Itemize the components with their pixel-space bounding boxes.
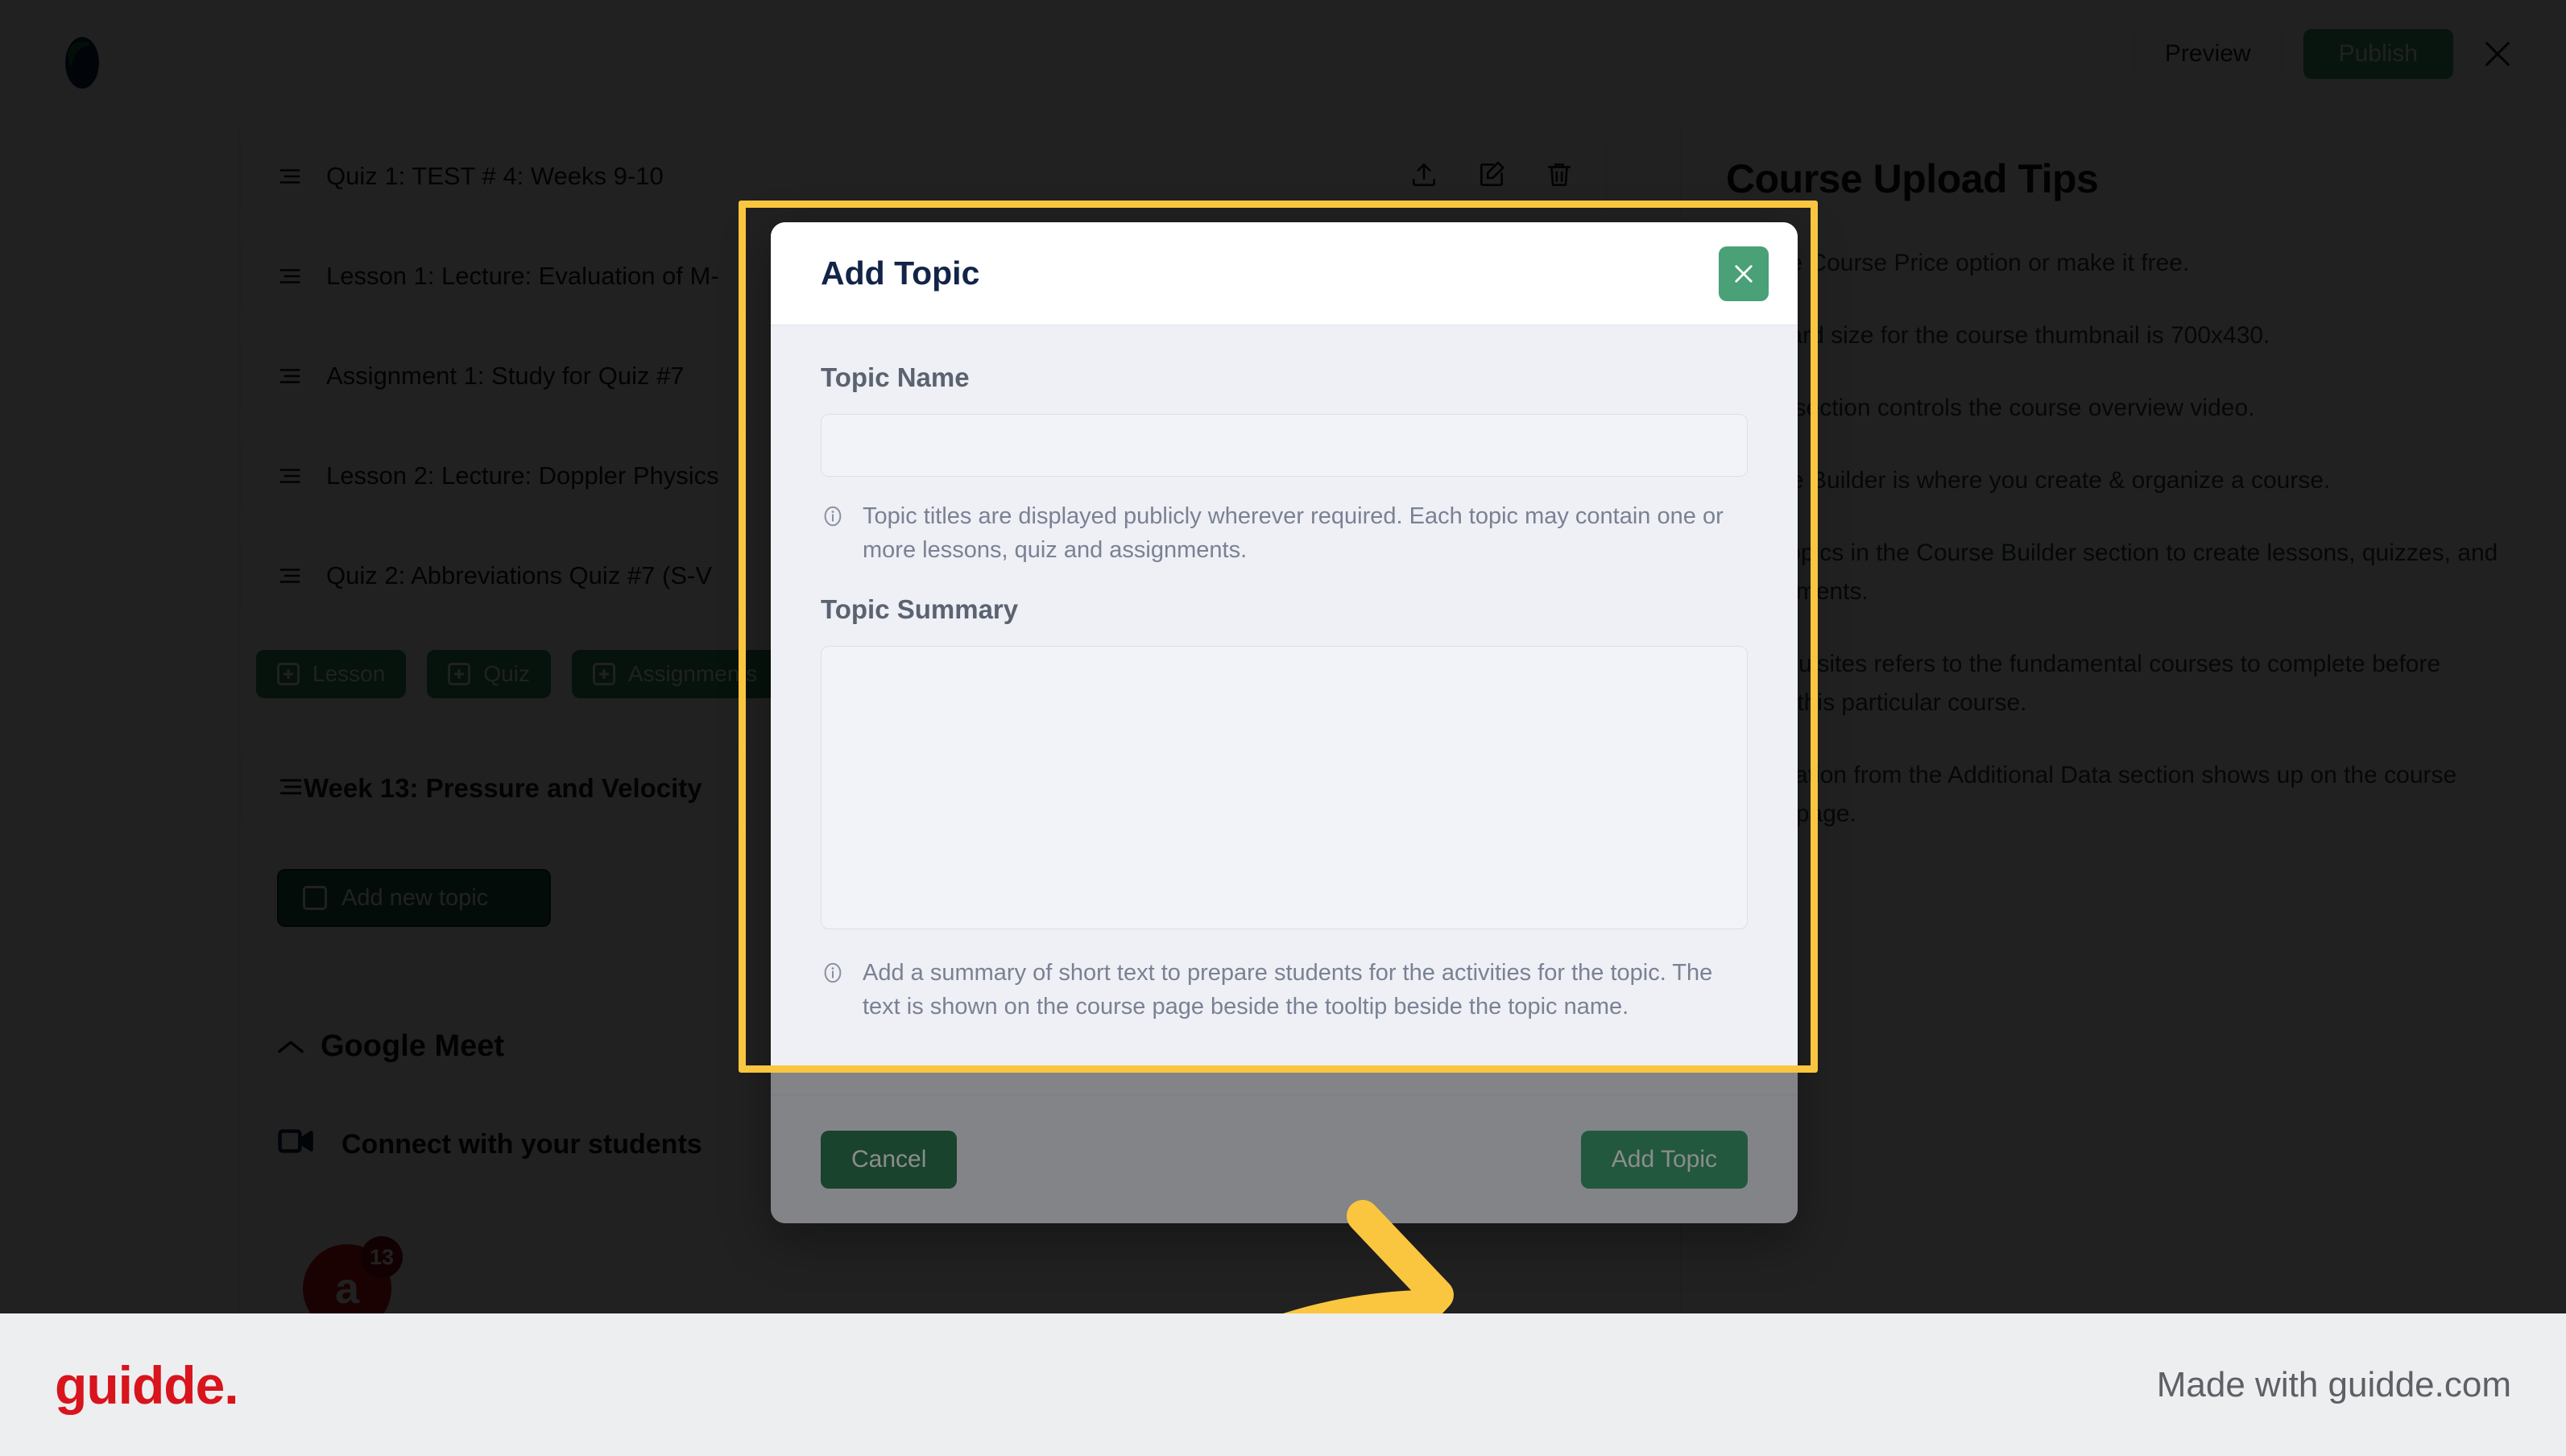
edit-icon[interactable] (1476, 159, 1507, 194)
add-lesson-chip[interactable]: Lesson (256, 650, 407, 698)
chip-label: Lesson (312, 661, 386, 686)
drag-handle-icon[interactable] (278, 266, 302, 287)
topic-name-input[interactable] (821, 414, 1748, 477)
upload-icon[interactable] (1409, 159, 1439, 194)
tip-item: Information from the Additional Data sec… (1726, 762, 2457, 827)
close-icon[interactable] (2474, 31, 2521, 77)
drag-handle-icon[interactable] (278, 465, 302, 486)
brand-logo-icon[interactable] (55, 35, 110, 90)
modal-title: Add Topic (821, 254, 980, 292)
left-rail (0, 126, 240, 1313)
plus-icon (592, 663, 615, 685)
tip-item: Course Builder is where you create & org… (1726, 467, 2331, 494)
google-meet-title: Google Meet (321, 1029, 505, 1063)
tip-item: Standard size for the course thumbnail i… (1726, 322, 2270, 349)
row-title: Lesson 1: Lecture: Evaluation of M- (326, 262, 719, 290)
table-row[interactable]: Quiz 1: TEST # 4: Weeks 9-10 (240, 136, 1608, 217)
guidde-logo: guidde. (55, 1355, 239, 1415)
add-new-topic-button[interactable]: Add new topic (277, 869, 551, 927)
guidde-made-with: Made with guidde.com (2156, 1364, 2511, 1404)
topic-summary-label: Topic Summary (821, 594, 1019, 624)
tip-item: Prerequisites refers to the fundamental … (1726, 651, 2441, 716)
cancel-button[interactable]: Cancel (821, 1130, 958, 1189)
info-icon (821, 504, 845, 567)
drag-handle-icon[interactable] (278, 366, 302, 387)
row-title: Quiz 1: TEST # 4: Weeks 9-10 (326, 162, 664, 190)
course-upload-tips-panel: Course Upload Tips Set the Course Price … (1680, 126, 2566, 1313)
page-title: Course Upload Tips (1726, 156, 2099, 201)
row-title: Assignment 1: Study for Quiz #7 (326, 362, 685, 390)
modal-footer: Cancel Add Topic (771, 1094, 1798, 1223)
modal-header: Add Topic (771, 222, 1798, 325)
topic-name-hint: Topic titles are displayed publicly wher… (821, 499, 1748, 567)
row-title: Lesson 2: Lecture: Doppler Physics (326, 461, 719, 490)
topic-name-hint-text: Topic titles are displayed publicly wher… (863, 503, 1724, 563)
screenshot-root: Preview Publish Quiz 1: TEST # 4: Weeks … (0, 0, 2566, 1456)
delete-icon[interactable] (1544, 159, 1575, 194)
top-bar: Preview Publish (0, 0, 2566, 126)
chat-badge-count: 13 (361, 1236, 403, 1278)
row-title: Quiz 2: Abbreviations Quiz #7 (S-V (326, 561, 713, 589)
tip-item: Set the Course Price option or make it f… (1726, 250, 2190, 276)
modal-body: Topic Name Topic titles are displayed pu… (771, 325, 1798, 1094)
chip-label: Quiz (483, 661, 530, 686)
row-actions (1409, 159, 1575, 194)
drag-handle-icon[interactable] (278, 166, 302, 187)
info-icon (821, 961, 845, 1024)
tip-item: Video section controls the course overvi… (1726, 395, 2255, 421)
plus-icon (303, 886, 327, 910)
plus-icon (448, 663, 471, 685)
add-assignments-chip[interactable]: Assignments (571, 650, 779, 698)
topic-name-label: Topic Name (821, 362, 970, 392)
drag-handle-icon[interactable] (278, 776, 304, 802)
add-new-topic-label: Add new topic (341, 884, 489, 911)
close-icon[interactable] (1719, 246, 1769, 301)
add-quiz-chip[interactable]: Quiz (427, 650, 551, 698)
tip-item: Add Topics in the Course Builder section… (1726, 540, 2498, 605)
google-meet-connect-label: Connect with your students (341, 1129, 702, 1160)
topic-summary-hint-text: Add a summary of short text to prepare s… (863, 960, 1713, 1020)
preview-button[interactable]: Preview (2133, 29, 2282, 79)
publish-button[interactable]: Publish (2303, 29, 2453, 79)
add-topic-submit-button[interactable]: Add Topic (1580, 1130, 1748, 1189)
drag-handle-icon[interactable] (278, 565, 302, 586)
chevron-up-icon[interactable] (277, 1029, 304, 1064)
plus-icon (277, 663, 300, 685)
chat-glyph: a (334, 1264, 360, 1313)
chip-label: Assignments (627, 661, 758, 686)
guidde-footer: guidde. Made with guidde.com (0, 1313, 2566, 1456)
video-camera-icon (277, 1127, 314, 1163)
topic-summary-hint: Add a summary of short text to prepare s… (821, 956, 1748, 1024)
topic-summary-textarea[interactable] (821, 646, 1748, 929)
chat-bubble-icon[interactable]: a 13 (303, 1236, 403, 1313)
add-topic-modal: Add Topic Topic Name Topic titles are di… (771, 222, 1798, 1223)
topic-title: Week 13: Pressure and Velocity (304, 773, 702, 803)
top-bar-actions: Preview Publish (2133, 29, 2521, 79)
